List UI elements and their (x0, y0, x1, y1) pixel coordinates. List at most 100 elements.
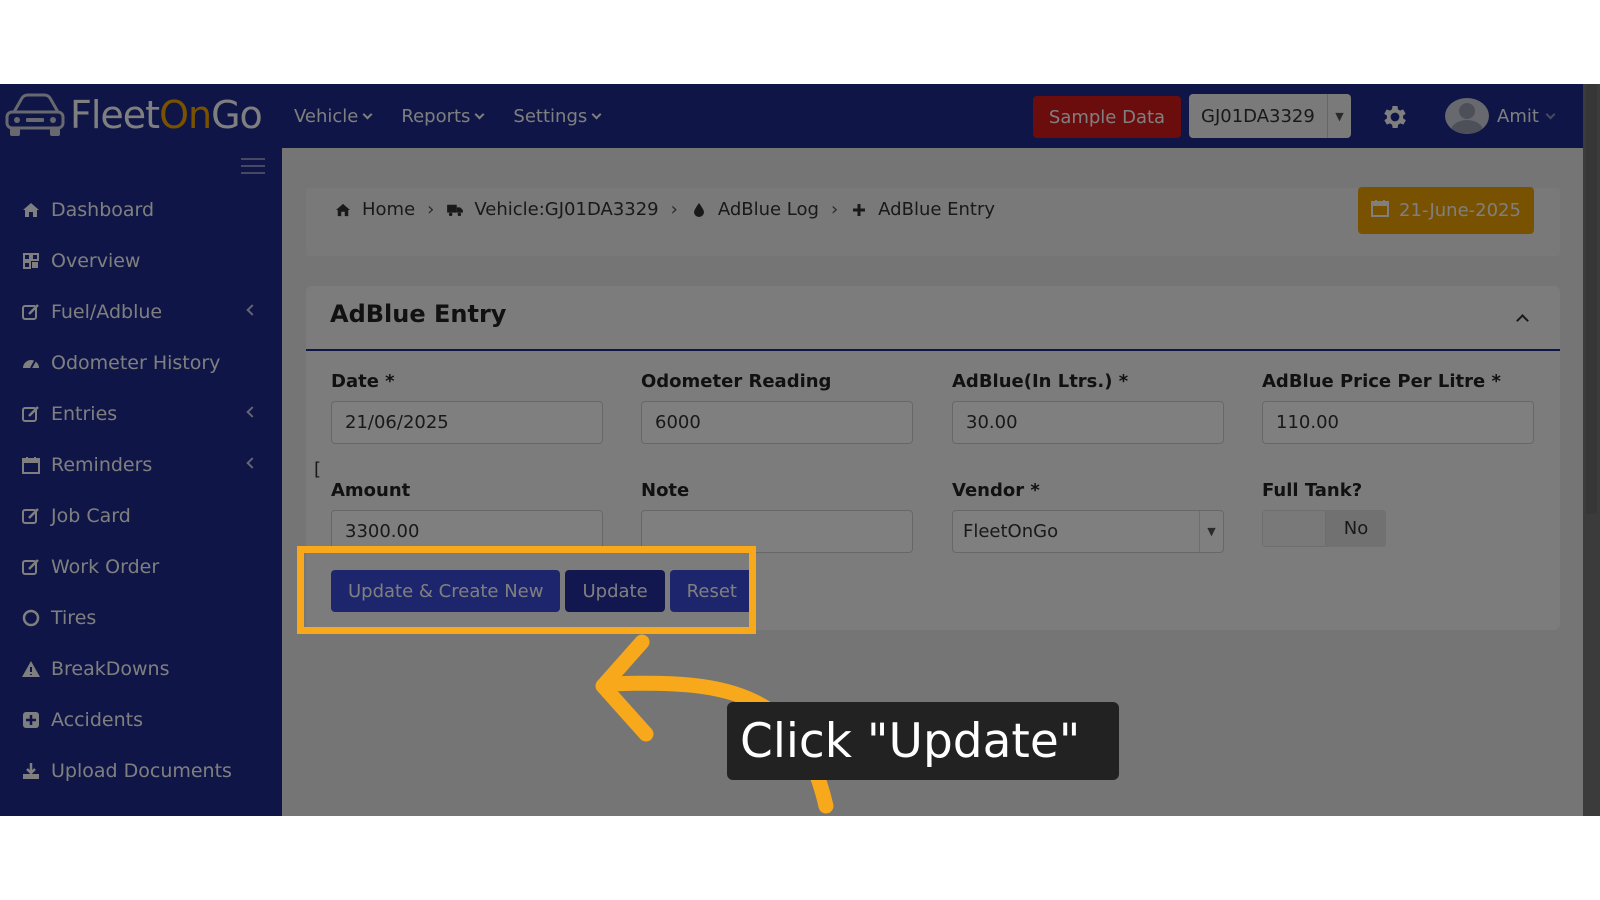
sidebar-item-breakdowns[interactable]: BreakDowns (0, 643, 282, 694)
adblue-ltrs-field: AdBlue(In Ltrs.) * 30.00 (952, 371, 1224, 444)
car-logo-icon (5, 93, 65, 136)
nav-settings[interactable]: Settings (513, 105, 602, 127)
amount-input[interactable]: 3300.00 (331, 510, 603, 553)
toggle-track (1262, 510, 1326, 547)
breadcrumb-current: AdBlue Entry (878, 199, 996, 220)
nav-settings-label: Settings (513, 105, 588, 127)
scrollbar-thumb[interactable] (1586, 84, 1597, 514)
sidebar-item-dashboard[interactable]: Dashboard (0, 184, 282, 235)
sample-data-button[interactable]: Sample Data (1033, 96, 1181, 138)
reset-button[interactable]: Reset (669, 570, 754, 612)
edit-icon (21, 557, 41, 577)
fleetongo-logo[interactable]: FleetOnGo (4, 92, 263, 138)
amount-value: 3300.00 (345, 521, 420, 542)
nav-vehicle-label: Vehicle (294, 105, 359, 127)
dropdown-arrow-icon[interactable]: ▼ (1199, 511, 1223, 552)
circle-icon (21, 608, 41, 628)
sidebar-item-odometer-history[interactable]: Odometer History (0, 337, 282, 388)
hamburger-menu-icon[interactable] (241, 158, 265, 176)
sidebar-item-tires[interactable]: Tires (0, 592, 282, 643)
sidebar-item-label: Reminders (51, 453, 153, 476)
toggle-state: No (1326, 510, 1386, 547)
warning-icon (21, 659, 41, 679)
truck-icon (446, 201, 464, 219)
adblue-ltrs-value: 30.00 (966, 412, 1018, 433)
sidebar-item-label: Fuel/Adblue (51, 300, 163, 323)
sidebar-item-fuel-adblue[interactable]: Fuel/Adblue (0, 286, 282, 337)
sidebar-item-overview[interactable]: Overview (0, 235, 282, 286)
top-navbar: FleetOnGo Vehicle Reports Settings Sampl… (0, 84, 1600, 148)
logo-text: FleetOnGo (70, 93, 263, 137)
date-input[interactable]: 21/06/2025 (331, 401, 603, 444)
sidebar-menu: Dashboard Overview Fuel/Adblue Odometer … (0, 184, 282, 796)
chevron-left-icon (246, 406, 258, 418)
vendor-select[interactable]: FleetOnGo ▼ (952, 510, 1224, 553)
nav-reports-label: Reports (401, 105, 471, 127)
date-button[interactable]: 21-June-2025 (1358, 187, 1534, 234)
price-value: 110.00 (1276, 412, 1339, 433)
date-field: Date * 21/06/2025 (331, 371, 603, 444)
tutorial-callout: Click "Update" (727, 702, 1119, 780)
home-icon (334, 201, 352, 219)
edit-icon (21, 404, 41, 424)
odometer-field: Odometer Reading 6000 (641, 371, 913, 444)
form-actions: Update & Create New Update Reset (331, 570, 754, 612)
sidebar-item-label: Accidents (51, 708, 143, 731)
dropdown-arrow-icon[interactable]: ▼ (1327, 94, 1351, 138)
chevron-left-icon (246, 304, 258, 316)
vendor-field: Vendor * FleetOnGo ▼ (952, 480, 1224, 553)
dashboard-gauge-icon (21, 353, 41, 373)
vertical-scrollbar[interactable] (1583, 84, 1600, 816)
grid-icon (21, 251, 41, 271)
sidebar-item-label: Upload Documents (51, 759, 232, 782)
breadcrumb-adblue-log[interactable]: AdBlue Log (718, 199, 819, 220)
full-tank-label: Full Tank? (1262, 480, 1363, 501)
top-menu: Vehicle Reports Settings (294, 84, 602, 148)
odometer-label: Odometer Reading (641, 371, 832, 392)
download-icon (21, 761, 41, 781)
calendar-icon (21, 455, 41, 475)
gear-icon[interactable] (1380, 102, 1410, 132)
sidebar-item-work-order[interactable]: Work Order (0, 541, 282, 592)
date-value: 21/06/2025 (345, 412, 449, 433)
update-button[interactable]: Update (565, 570, 665, 612)
sidebar-item-accidents[interactable]: Accidents (0, 694, 282, 745)
breadcrumb-vehicle[interactable]: Vehicle:GJ01DA3329 (474, 199, 658, 220)
nav-vehicle[interactable]: Vehicle (294, 105, 373, 127)
price-label: AdBlue Price Per Litre * (1262, 371, 1501, 392)
chevron-down-icon (362, 109, 373, 119)
sidebar-item-job-card[interactable]: Job Card (0, 490, 282, 541)
chevron-down-icon (474, 109, 485, 119)
note-label: Note (641, 480, 690, 501)
full-tank-toggle[interactable]: No (1262, 510, 1386, 547)
price-input[interactable]: 110.00 (1262, 401, 1534, 444)
note-input[interactable] (641, 510, 913, 553)
amount-field: Amount 3300.00 (331, 480, 603, 553)
sidebar-item-reminders[interactable]: Reminders (0, 439, 282, 490)
user-menu[interactable]: Amit (1445, 98, 1556, 134)
breadcrumb-separator: › (830, 199, 839, 220)
drop-icon (690, 201, 708, 219)
adblue-ltrs-input[interactable]: 30.00 (952, 401, 1224, 444)
nav-reports[interactable]: Reports (401, 105, 485, 127)
vendor-label: Vendor * (952, 480, 1040, 501)
odometer-value: 6000 (655, 412, 701, 433)
note-field: Note (641, 480, 913, 553)
stray-character: [ (314, 459, 322, 480)
callout-text: Click "Update" (740, 713, 1081, 769)
sidebar-item-entries[interactable]: Entries (0, 388, 282, 439)
avatar (1445, 98, 1489, 134)
sidebar-item-upload-documents[interactable]: Upload Documents (0, 745, 282, 796)
sidebar-item-label: Entries (51, 402, 118, 425)
vendor-value: FleetOnGo (963, 521, 1059, 542)
update-create-new-button[interactable]: Update & Create New (331, 570, 561, 612)
odometer-input[interactable]: 6000 (641, 401, 913, 444)
sidebar-item-label: Overview (51, 249, 141, 272)
vehicle-select[interactable]: GJ01DA3329 ▼ (1189, 94, 1351, 138)
breadcrumb-home[interactable]: Home (362, 199, 415, 220)
title-divider (306, 349, 1560, 351)
logo-fleet: Fleet (70, 93, 160, 137)
plus-icon (850, 201, 868, 219)
adblue-ltrs-label: AdBlue(In Ltrs.) * (952, 371, 1129, 392)
breadcrumb-separator: › (670, 199, 678, 220)
